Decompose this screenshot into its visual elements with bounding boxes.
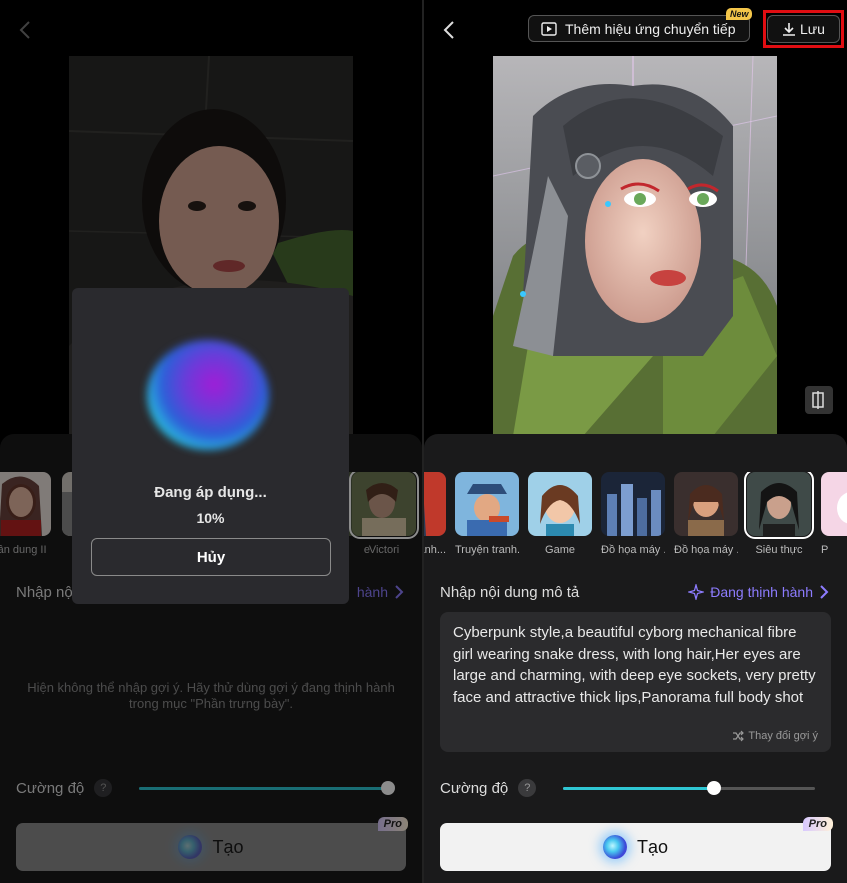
style-thumbnail [349,472,419,539]
style-thumbnail [601,472,665,536]
ai-orb-icon [602,835,627,859]
pro-badge: Pro [802,817,833,831]
help-icon[interactable]: ? [94,779,113,797]
chevron-right-icon [395,585,404,599]
style-label: Game [545,544,575,556]
trending-link[interactable]: hành [357,584,404,600]
trending-link[interactable]: Đang thịnh hành [688,584,829,600]
shuffle-icon [733,730,745,742]
back-button[interactable] [438,18,462,42]
style-thumbnail [674,472,738,536]
style-item[interactable]: Đồ họa máy ... [601,472,665,556]
style-label: P [821,544,829,556]
transition-label: Thêm hiệu ứng chuyển tiếp [565,20,736,37]
style-label: Victori [368,544,400,556]
style-thumbnail [0,472,51,536]
save-button[interactable]: Lưu [767,15,840,43]
save-label: Lưu [800,21,825,37]
style-label: Đồ họa máy ... [674,544,738,556]
create-label: Tạo [636,836,669,857]
style-label: Đồ họa máy ... [601,544,665,556]
loading-orb [147,340,269,450]
prompt-text[interactable]: Cyberpunk style,a beautiful cyborg mecha… [453,622,818,718]
style-item[interactable]: Truyện tranh... [455,472,519,556]
trending-label: Đang thịnh hành [710,584,813,600]
bottom-sheet: ranh... Truyện tranh... Game Đồ họa máy … [424,434,847,883]
chevron-left-icon [443,21,454,39]
chevron-left-icon [19,21,30,39]
style-label: Truyện tranh... [455,544,519,556]
prompt-title: Nhập nội dung mô tả [440,584,580,601]
style-item[interactable]: P [821,472,847,556]
help-icon[interactable]: ? [518,779,537,797]
slider-knob[interactable] [381,781,396,795]
style-item[interactable]: ranh... [424,472,446,556]
create-button[interactable]: Tạo Pro [16,817,408,871]
create-button[interactable]: Tạo Pro [440,817,833,871]
strength-label: Cường độ [16,779,85,797]
compare-icon [812,391,824,409]
style-thumbnail [821,472,847,536]
style-carousel: ranh... Truyện tranh... Game Đồ họa máy … [424,472,847,562]
loading-percent: 10% [196,510,225,526]
style-item-selected[interactable]: Siêu thực [744,472,814,556]
strength-row: Cường độ ? [440,779,537,797]
strength-label: Cường độ [440,779,509,797]
sparkle-icon [688,584,705,600]
style-thumbnail [744,472,814,539]
strength-slider[interactable] [563,781,815,795]
create-label: Tạo [212,836,244,857]
download-icon [783,23,796,36]
back-button[interactable] [14,18,38,42]
style-thumbnail [424,472,446,536]
trending-label: hành [356,584,388,600]
style-label: Siêu thực [755,544,803,556]
style-item[interactable]: Đồ họa máy ... [674,472,738,556]
style-item-selected[interactable]: Victori [349,472,419,556]
slider-knob[interactable] [707,781,722,795]
strength-slider[interactable] [139,781,396,795]
shuffle-label: Thay đổi gợi ý [748,730,818,742]
shuffle-prompt-button[interactable]: Thay đổi gợi ý [732,730,818,742]
right-screen: Thêm hiệu ứng chuyển tiếp New Lưu nh... … [424,0,847,883]
loading-title: Đang áp dụng... [154,484,267,501]
save-highlight: Lưu [763,10,844,48]
cancel-button[interactable]: Hủy [91,538,331,576]
slider-fill [139,787,389,790]
style-thumbnail [455,472,519,536]
ai-orb-icon [178,835,203,859]
add-transition-button[interactable]: Thêm hiệu ứng chuyển tiếp New [528,8,753,42]
generated-photo [493,56,777,436]
strength-row: Cường độ ? [16,779,113,797]
pro-badge: Pro [377,817,408,831]
prompt-unavailable-notice: Hiện không thể nhập gợi ý. Hãy thử dùng … [27,680,395,711]
style-item[interactable]: Game [528,472,592,556]
style-item[interactable]: hân dung II [0,472,51,556]
slider-fill [563,787,715,790]
prompt-input[interactable]: Cyberpunk style,a beautiful cyborg mecha… [440,612,831,752]
loading-dialog: Đang áp dụng... 10% Hủy [72,288,349,604]
compare-button[interactable] [805,386,833,414]
left-screen: hân dung II Ch e Victori Nhập [0,0,422,883]
prompt-title: Nhập nộ [16,584,73,601]
style-label: hân dung II [0,544,47,556]
chevron-right-icon [820,585,829,599]
style-label: ranh... [424,544,446,556]
style-thumbnail [528,472,592,536]
new-badge: New [725,8,753,20]
play-icon [541,21,557,36]
